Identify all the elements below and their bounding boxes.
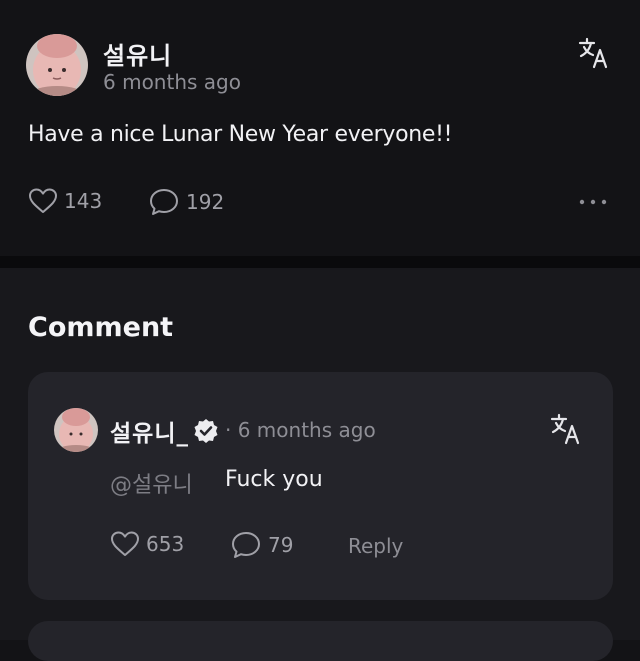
comment-body: Fuck you (225, 467, 323, 492)
translate-icon[interactable] (577, 36, 611, 70)
reply-button[interactable]: Reply (348, 534, 403, 558)
comment-reply-count: 79 (268, 533, 294, 557)
speech-bubble-icon (150, 189, 178, 215)
post-body: Have a nice Lunar New Year everyone!! (28, 122, 453, 147)
post-author-name[interactable]: 설유니 (103, 36, 172, 71)
comment-author-avatar[interactable] (54, 408, 98, 452)
heart-icon (29, 188, 57, 213)
heart-icon (111, 531, 139, 556)
comment-timestamp: · 6 months ago (225, 418, 376, 442)
comment-mention[interactable]: @설유니 (110, 467, 193, 499)
post-reply-count: 192 (186, 190, 225, 214)
comment-reply-count-button[interactable]: 79 (230, 530, 293, 560)
section-divider (0, 256, 640, 268)
comment-like-button[interactable]: 653 (110, 530, 184, 558)
post-author-avatar[interactable] (26, 34, 88, 96)
post-like-count: 143 (64, 189, 103, 213)
translate-icon[interactable] (549, 412, 583, 446)
post-reply-button[interactable]: 192 (148, 187, 224, 217)
comment-author-name[interactable]: 설유니_ (110, 414, 189, 448)
verified-badge-icon (192, 417, 220, 445)
next-comment-card (28, 621, 613, 661)
speech-bubble-icon (232, 532, 260, 558)
more-options-icon[interactable] (577, 192, 609, 212)
post-timestamp: 6 months ago (103, 70, 241, 94)
comment-like-count: 653 (146, 532, 185, 556)
post-like-button[interactable]: 143 (28, 187, 102, 215)
comment-section-title: Comment (28, 312, 174, 343)
